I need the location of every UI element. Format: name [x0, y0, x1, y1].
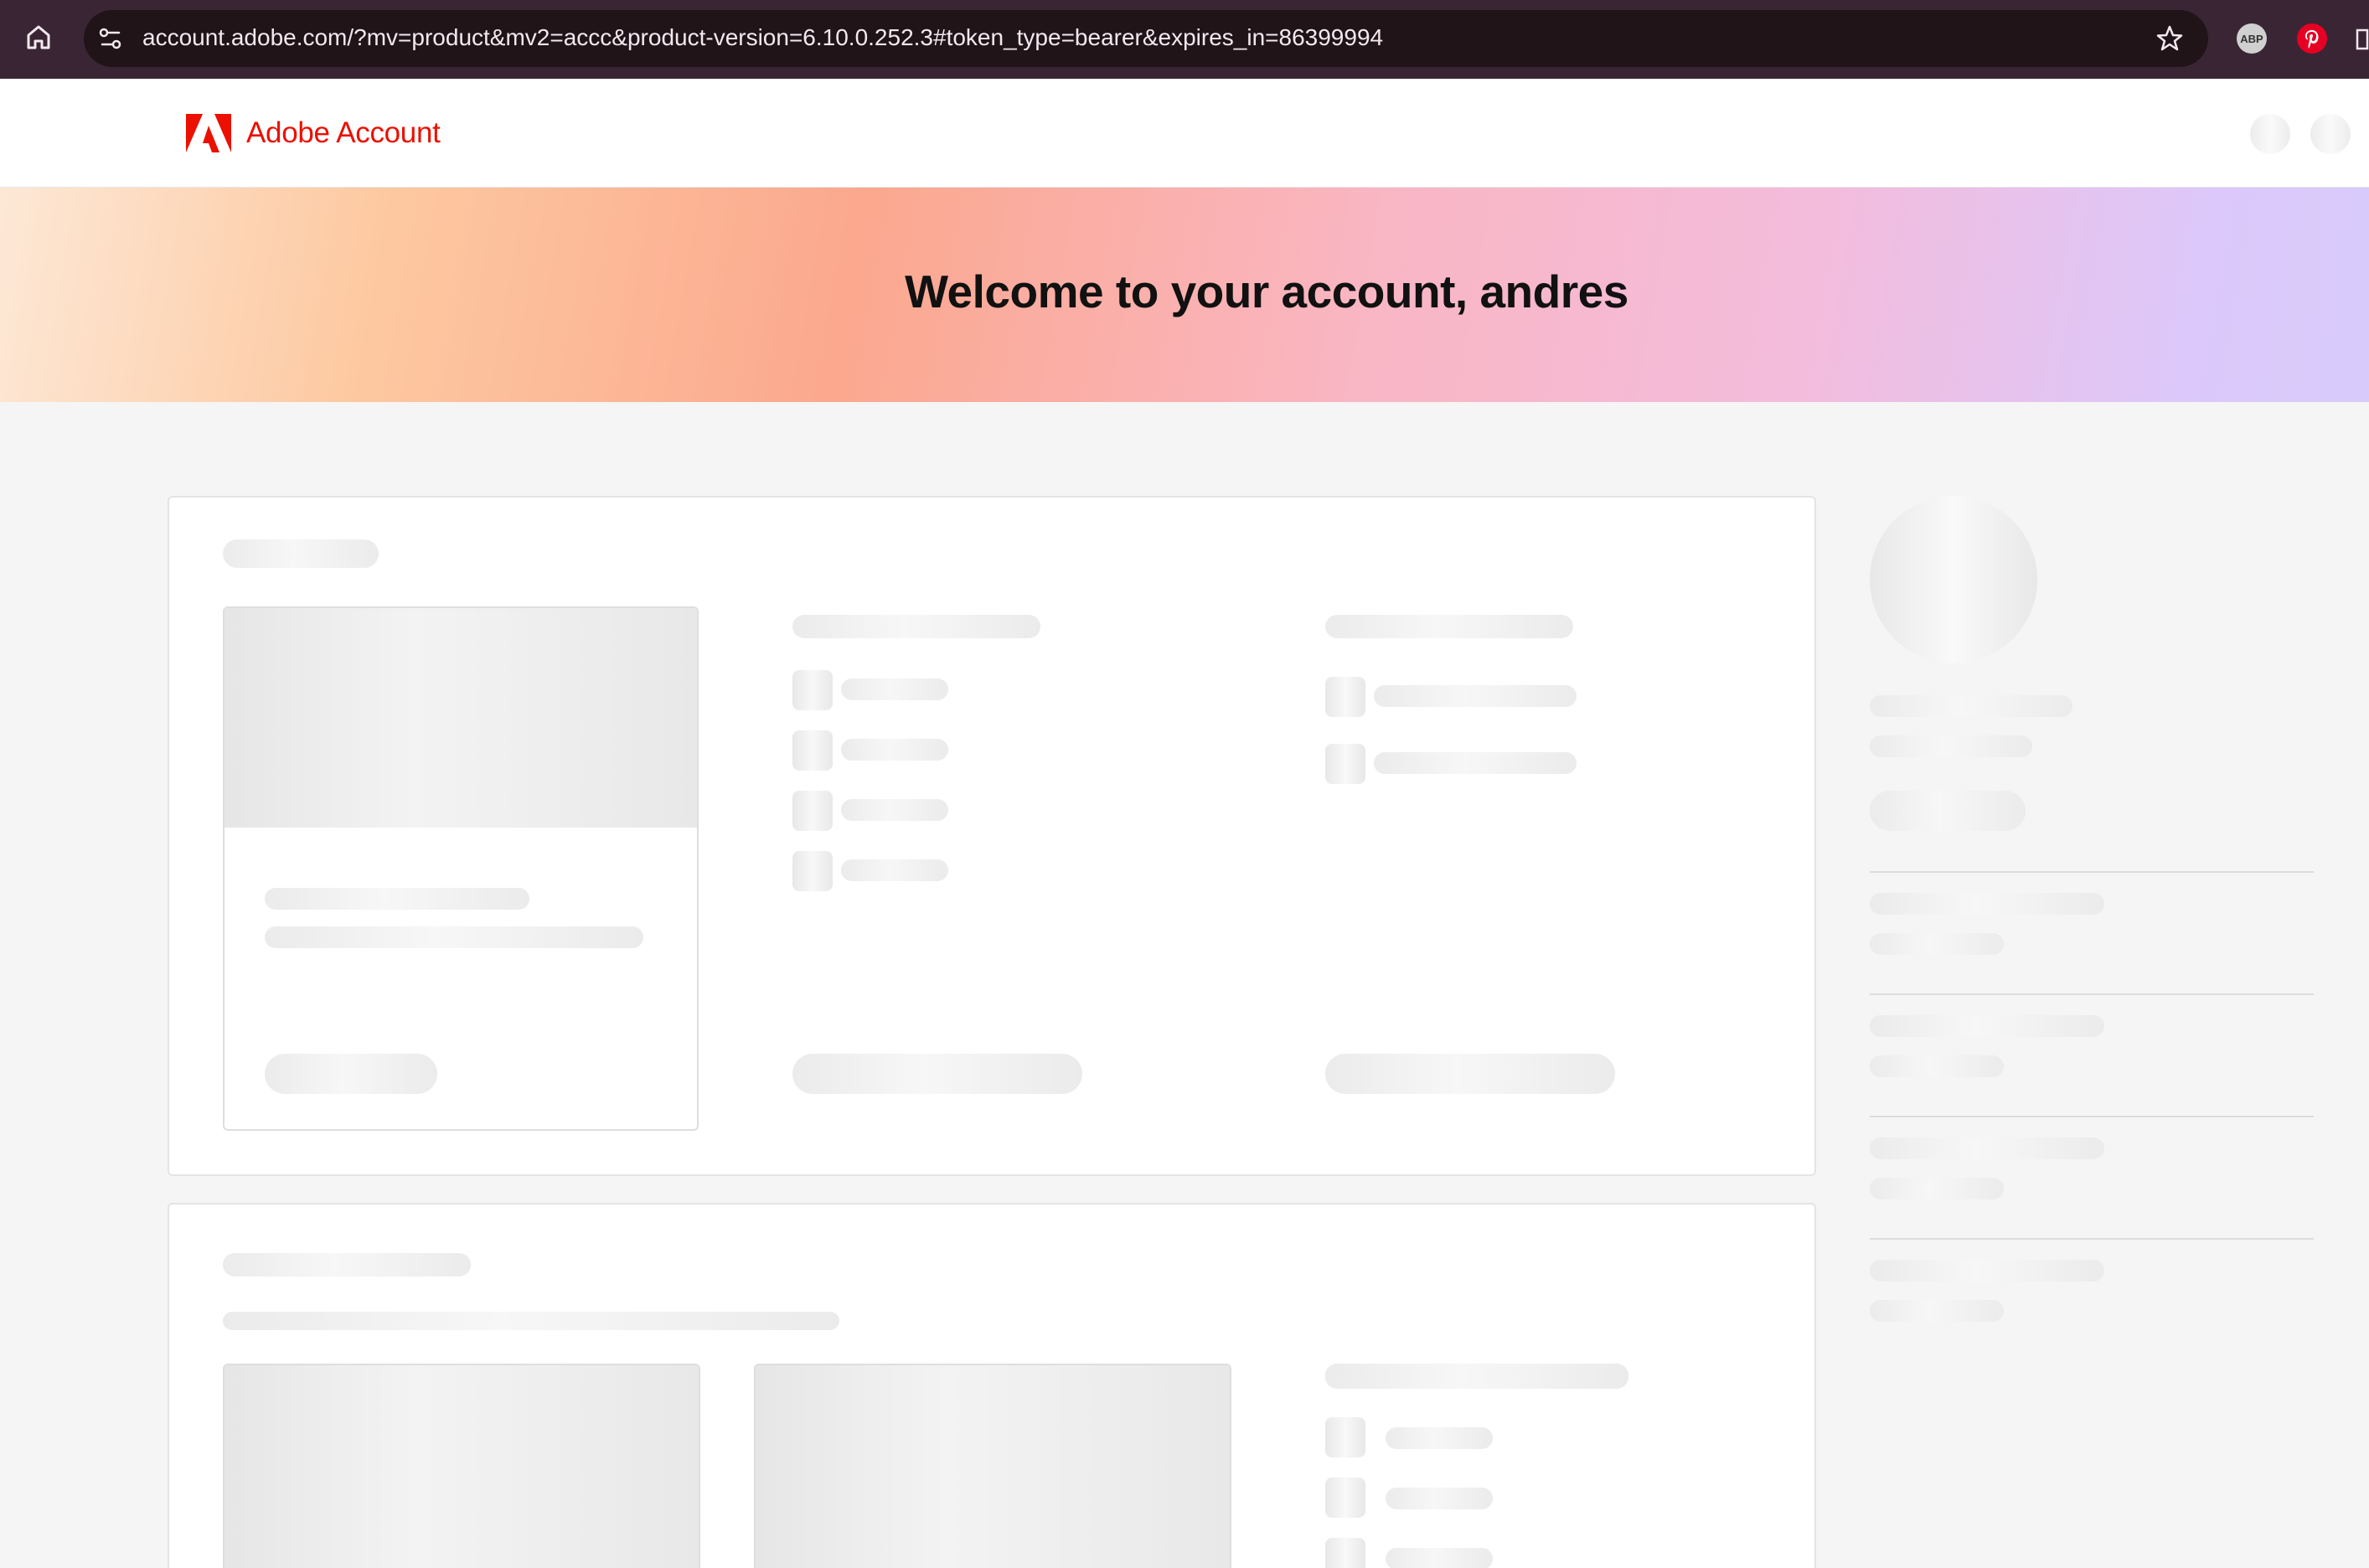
divider — [1870, 1116, 2314, 1117]
skeleton-line — [223, 1312, 839, 1330]
welcome-heading: Welcome to your account, andres — [905, 266, 1628, 317]
skeleton-image — [225, 608, 697, 828]
extensions-puzzle-icon[interactable] — [2356, 25, 2369, 54]
browser-toolbar: account.adobe.com/?mv=product&mv2=accc&p… — [0, 0, 2369, 79]
skeleton-line — [265, 926, 643, 948]
skeleton-icon — [1325, 1538, 1365, 1568]
skeleton-heading — [792, 615, 1040, 638]
skeleton-button — [792, 1054, 1082, 1094]
skeleton-line — [841, 678, 948, 700]
skeleton-line — [1870, 735, 2032, 757]
divider — [1870, 993, 2314, 995]
skeleton-line — [1870, 933, 2004, 955]
avatar-skeleton — [1870, 496, 2037, 663]
skeleton-card-title — [223, 1253, 471, 1277]
adobe-logo-icon[interactable] — [186, 114, 231, 152]
apps-card-skeleton — [168, 1203, 1816, 1568]
app-tile-skeleton — [223, 1364, 700, 1568]
skeleton-line — [1870, 1178, 2004, 1199]
skeleton-line — [841, 739, 948, 761]
welcome-banner: Welcome to your account, andres — [0, 188, 2369, 402]
skeleton-icon — [792, 791, 833, 831]
skeleton-icon — [1325, 744, 1365, 784]
site-settings-icon[interactable] — [94, 22, 127, 55]
skeleton-icon — [1325, 1478, 1365, 1518]
skeleton-icon — [1325, 677, 1365, 717]
site-header: Adobe Account — [0, 79, 2369, 188]
skeleton-heading — [1325, 1364, 1628, 1389]
product-tile-skeleton — [223, 606, 699, 1131]
skeleton-button — [265, 1054, 437, 1094]
skeleton-line — [1870, 1055, 2004, 1077]
divider — [1870, 871, 2314, 873]
skeleton-line — [1374, 752, 1577, 774]
skeleton-line — [1374, 685, 1577, 707]
skeleton-line — [841, 799, 948, 821]
plan-card-skeleton — [168, 496, 1816, 1176]
adblock-extension-icon[interactable]: ABP — [2237, 23, 2267, 54]
skeleton-image — [225, 1365, 699, 1568]
url-text[interactable]: account.adobe.com/?mv=product&mv2=accc&p… — [142, 23, 1383, 53]
bookmark-star-icon[interactable] — [2153, 22, 2186, 55]
skeleton-button — [1870, 791, 2026, 831]
skeleton-line — [265, 888, 529, 910]
brand-title[interactable]: Adobe Account — [246, 114, 441, 152]
skeleton-line — [841, 859, 948, 881]
skeleton-line — [1870, 695, 2072, 717]
skeleton-button — [1325, 1054, 1615, 1094]
skeleton-icon — [792, 730, 833, 771]
skeleton-line — [1870, 1015, 2104, 1037]
pinterest-extension-icon[interactable] — [2297, 23, 2327, 54]
skeleton-line — [1870, 1260, 2104, 1282]
skeleton-heading — [1325, 615, 1573, 638]
app-tile-skeleton — [754, 1364, 1231, 1568]
skeleton-icon — [792, 670, 833, 710]
skeleton-card-title — [223, 539, 379, 568]
skeleton-icon — [792, 851, 833, 891]
skeleton-image — [756, 1365, 1230, 1568]
pinterest-icon — [2305, 30, 2319, 49]
skeleton-icon — [1325, 1417, 1365, 1457]
skeleton-line — [1870, 1137, 2104, 1159]
home-icon[interactable] — [22, 20, 55, 54]
skeleton-line — [1386, 1548, 1493, 1568]
skeleton-line — [1386, 1488, 1493, 1509]
adblock-label: ABP — [2240, 32, 2263, 45]
skeleton-line — [1870, 1300, 2004, 1322]
help-icon-placeholder[interactable] — [2250, 114, 2290, 154]
profile-avatar-placeholder[interactable] — [2310, 114, 2351, 154]
skeleton-line — [1870, 893, 2104, 915]
divider — [1870, 1238, 2314, 1240]
skeleton-line — [1386, 1427, 1493, 1449]
